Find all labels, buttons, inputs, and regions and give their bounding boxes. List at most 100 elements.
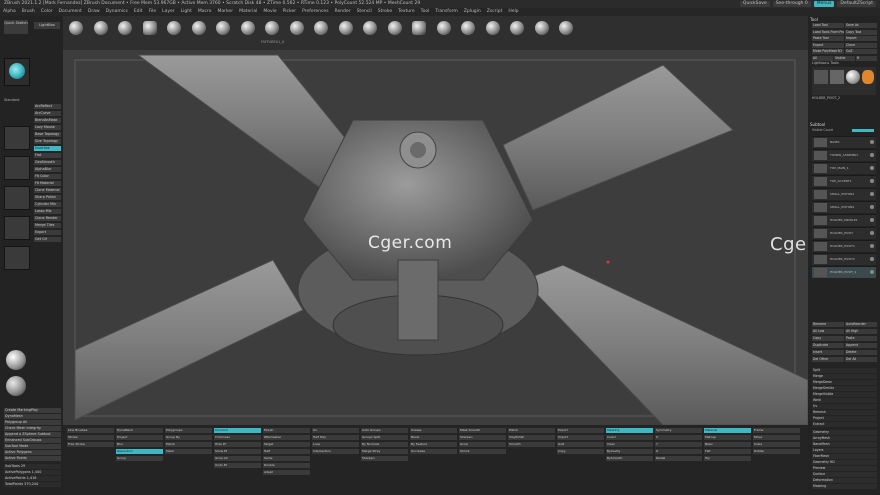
tool-section-masking[interactable]: Masking	[812, 484, 877, 489]
texture-off-thumbnail[interactable]	[4, 246, 30, 270]
bottom-btn-move[interactable]: Move	[753, 435, 800, 440]
bottom-btn-z[interactable]: Z	[655, 449, 702, 454]
see-through-slider[interactable]: See-through 0	[772, 1, 811, 7]
subtool-action-del-other[interactable]: Del Other	[812, 357, 844, 362]
menu-light[interactable]: Light	[178, 8, 195, 16]
subtool-action-delete[interactable]: Delete	[845, 350, 877, 355]
menu-brush[interactable]: Brush	[19, 8, 38, 16]
bottom-btn-masking[interactable]: Masking	[606, 428, 653, 433]
visible-count-slider[interactable]	[852, 129, 874, 132]
left-btn-export[interactable]: Export	[34, 230, 61, 235]
bottom-btn-sharpen[interactable]: Sharpen	[361, 456, 408, 461]
subtool-section-project[interactable]: Project	[812, 416, 877, 421]
menu-help[interactable]: Help	[505, 8, 521, 16]
bottom-btn-polish[interactable]: Polish	[508, 428, 555, 433]
brush-preset-6-icon[interactable]	[191, 21, 206, 35]
subtool-section-weld[interactable]: Weld	[812, 398, 877, 403]
bottom-btn-auto-groups[interactable]: Auto Groups	[361, 428, 408, 433]
subtool-row[interactable]: BASE1	[812, 136, 876, 148]
menus-button[interactable]: Menus	[813, 1, 835, 7]
menu-picker[interactable]: Picker	[280, 8, 299, 16]
eye-icon[interactable]	[870, 153, 874, 157]
tool-btn-import[interactable]: Import	[845, 36, 877, 41]
bottom-btn-shrink[interactable]: Shrink	[459, 449, 506, 454]
menu-dynamics[interactable]: Dynamics	[103, 8, 131, 16]
left-btn-merge-tiles[interactable]: Merge Tiles	[34, 223, 61, 228]
tool-btn-all[interactable]: All	[812, 55, 833, 61]
eye-icon[interactable]	[870, 231, 874, 235]
tool-section-arraymesh[interactable]: ArrayMesh	[812, 436, 877, 441]
bottom-btn-uv[interactable]: Uv	[312, 428, 359, 433]
left-bottom-polygroup-all[interactable]: Polygroup All	[4, 420, 61, 425]
simplebrush-tool-icon[interactable]	[862, 70, 874, 84]
bottom-btn-import[interactable]: Import	[557, 435, 604, 440]
menu-marker[interactable]: Marker	[215, 8, 237, 16]
bottom-btn-group[interactable]: Group	[116, 456, 163, 461]
tool-btn-save-as[interactable]: Save As	[845, 23, 877, 28]
subtool-action-rename[interactable]: Rename	[812, 322, 844, 327]
subtool-section-title[interactable]: Subtool	[810, 122, 825, 127]
bottom-btn-groups-split[interactable]: Groups Split	[361, 435, 408, 440]
default-zscript-button[interactable]: DefaultZScript	[837, 1, 876, 7]
tool-section-surface[interactable]: Surface	[812, 472, 877, 477]
subtool-row[interactable]: HOLDER_PIVOT	[812, 227, 876, 239]
tool-section-preview[interactable]: Preview	[812, 466, 877, 471]
left-btn-cylinder-mix[interactable]: Cylinder Mix	[34, 202, 61, 207]
left-btn-get-gif[interactable]: Get Gif	[34, 237, 61, 242]
material-sphere-icon[interactable]	[6, 350, 26, 370]
tool-btn-clone[interactable]: Clone	[845, 42, 877, 48]
left-bottom-create-markingplay[interactable]: Create MarkingPlay	[4, 408, 61, 413]
bottom-btn-scale[interactable]: Scale	[753, 442, 800, 447]
bottom-btn-bevel[interactable]: Bevel	[410, 435, 457, 440]
stroke-thumbnail[interactable]	[4, 126, 30, 150]
brush-preset-11-icon[interactable]	[314, 21, 328, 35]
menu-macro[interactable]: Macro	[195, 8, 215, 16]
eye-icon[interactable]	[870, 205, 874, 209]
eye-icon[interactable]	[870, 179, 874, 183]
bottom-btn-undo-pt[interactable]: Undo Pt	[214, 463, 261, 468]
tool-section-layers[interactable]: Layers	[812, 448, 877, 453]
menu-draw[interactable]: Draw	[85, 8, 103, 16]
brush-preset-17-icon[interactable]	[461, 21, 475, 35]
bottom-btn-adapt[interactable]: Adapt	[263, 470, 310, 475]
brush-preset-13-icon[interactable]	[363, 21, 377, 35]
bottom-btn-smooth[interactable]: Smooth	[508, 442, 555, 447]
tool-thumbnails[interactable]	[812, 67, 876, 95]
bottom-btn-grow[interactable]: Grow	[459, 442, 506, 447]
menu-texture[interactable]: Texture	[395, 8, 417, 16]
tool-btn-make-polymesh3d[interactable]: Make PolyMesh3D	[812, 49, 844, 54]
tool-section-nanomesh[interactable]: NanoMesh	[812, 442, 877, 447]
bottom-btn-zremesher[interactable]: ZRemesher	[263, 435, 310, 440]
bottom-btn-show-pt[interactable]: Show Pt	[214, 449, 261, 454]
brush-preset-20-icon[interactable]	[534, 21, 549, 35]
bottom-btn-radial[interactable]: Radial	[655, 456, 702, 461]
tool-btn-load-tools-from-project[interactable]: Load Tools From Project	[812, 29, 844, 35]
bottom-btn-crease[interactable]: Crease	[410, 428, 457, 433]
bottom-btn-intersection[interactable]: Intersection	[312, 449, 359, 454]
subtool-row[interactable]: HOLDER_MIDDLE1	[812, 214, 876, 226]
subtool-row[interactable]: HOLDER_PIVOT_2	[812, 266, 876, 278]
left-btn-fit-color[interactable]: Fit Color	[34, 174, 61, 179]
bottom-btn-toy[interactable]: Toy	[704, 456, 751, 461]
subtool-row[interactable]: SMALL_PISTON1	[812, 188, 876, 200]
bottom-btn-half-poly[interactable]: Half Poly	[312, 435, 359, 440]
subtool-section-merge[interactable]: Merge	[812, 374, 877, 379]
bottom-btn-hide-pt[interactable]: Hide Pt	[214, 442, 261, 447]
menu-preferences[interactable]: Preferences	[299, 8, 331, 16]
left-bottom-append-a-zsphere-subtool[interactable]: Append a ZSphere Subtool	[4, 432, 61, 437]
quicksave-button[interactable]: QuickSave	[739, 1, 770, 7]
subtool-action-del-all[interactable]: Del All	[845, 357, 877, 362]
tool-section-geometry[interactable]: Geometry	[812, 430, 877, 435]
bottom-btn-thickness[interactable]: Thickness	[214, 435, 261, 440]
left-btn-arccurve[interactable]: ArcCurve	[34, 111, 61, 116]
brush-preset-1-icon[interactable]	[69, 21, 83, 35]
bottom-btn-rotate[interactable]: Rotate	[753, 449, 800, 454]
brush-preset-5-icon[interactable]	[167, 21, 181, 35]
menu-material[interactable]: Material	[236, 8, 260, 16]
left-bottom-subtool-mode[interactable]: SubTool Mode	[4, 444, 61, 449]
tool-btn-load-tool[interactable]: Load Tool	[812, 23, 844, 28]
bottom-btn-loop[interactable]: Loop	[312, 442, 359, 447]
bottom-btn-morph[interactable]: Morph	[263, 428, 310, 433]
tool-btn-goz[interactable]: GoZ	[845, 49, 877, 54]
bottom-btn-by-feature[interactable]: By Feature	[410, 442, 457, 447]
